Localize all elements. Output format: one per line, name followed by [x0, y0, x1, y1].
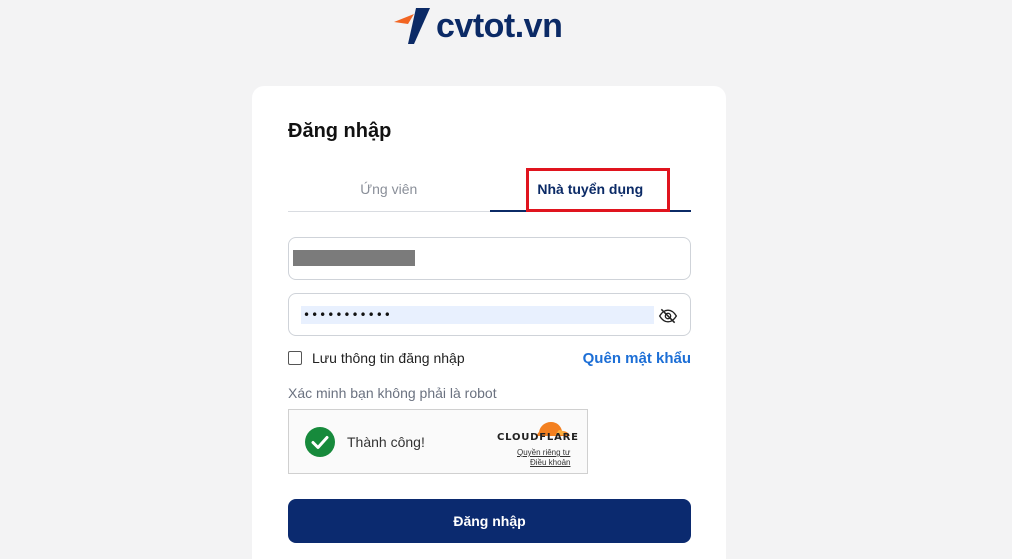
page-title: Đăng nhập	[288, 120, 392, 142]
remember-checkbox[interactable]	[288, 351, 302, 365]
cloudflare-brand: CLOUDFLARE	[497, 432, 579, 443]
password-input[interactable]	[301, 306, 654, 324]
privacy-link[interactable]: Quyền riêng tư	[517, 448, 570, 457]
tab-candidate[interactable]: Ứng viên	[288, 174, 490, 212]
login-card: Đăng nhập Ứng viên Nhà tuyển dụng Lưu th…	[252, 86, 726, 559]
verify-label: Xác minh bạn không phải là robot	[288, 385, 497, 401]
check-circle-icon	[305, 427, 335, 457]
password-field[interactable]	[288, 293, 691, 336]
remember-me[interactable]: Lưu thông tin đăng nhập	[288, 350, 465, 366]
login-page: cvtot.vn Đăng nhập Ứng viên Nhà tuyển dụ…	[0, 0, 1012, 559]
tab-employer[interactable]: Nhà tuyển dụng	[489, 174, 691, 212]
username-field[interactable]	[288, 237, 691, 280]
captcha-status: Thành công!	[347, 434, 425, 450]
forgot-password-link[interactable]: Quên mật khẩu	[583, 350, 691, 367]
role-tabs: Ứng viên Nhà tuyển dụng	[288, 174, 691, 212]
terms-link[interactable]: Điều khoản	[530, 458, 570, 467]
remember-label: Lưu thông tin đăng nhập	[312, 350, 465, 366]
login-button[interactable]: Đăng nhập	[288, 499, 691, 543]
eye-slash-icon[interactable]	[658, 306, 678, 326]
logo-text: cvtot.vn	[436, 7, 563, 45]
cloudflare-captcha[interactable]: Thành công! CLOUDFLARE Quyền riêng tư Đi…	[288, 409, 588, 474]
redacted-value	[293, 250, 415, 266]
cvtot-logo-icon	[394, 8, 430, 44]
site-logo[interactable]: cvtot.vn	[392, 4, 563, 48]
